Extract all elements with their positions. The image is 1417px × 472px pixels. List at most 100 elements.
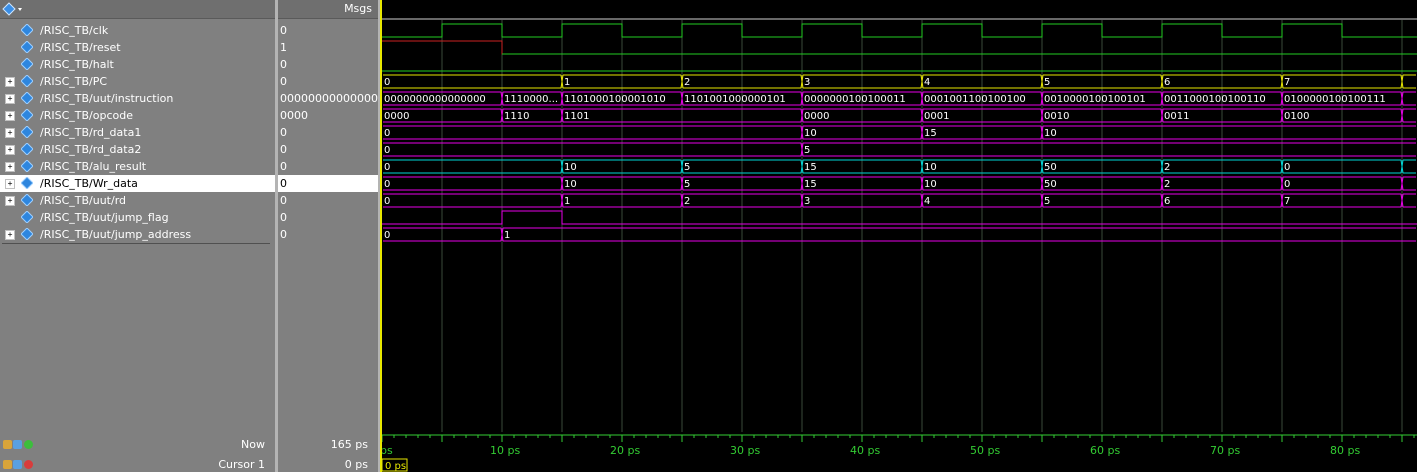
clk-wave <box>380 23 1417 38</box>
now-value: 165 ps <box>330 438 368 451</box>
ruler-label: 60 ps <box>1090 444 1120 457</box>
signal-row[interactable]: + /RISC_TB/opcode <box>0 107 275 124</box>
signal-value: 0 <box>280 75 287 88</box>
PC-bus-label: 2 <box>684 77 690 88</box>
signal-row[interactable]: + /RISC_TB/uut/rd <box>0 192 275 209</box>
opcode-bus-label: 0000 <box>804 111 829 122</box>
rd-bus-label: 7 <box>1284 196 1290 207</box>
signal-icon <box>20 74 34 88</box>
alu_result-bus-label: 15 <box>804 162 817 173</box>
signal-row[interactable]: /RISC_TB/uut/jump_flag <box>0 209 275 226</box>
signal-name: /RISC_TB/uut/instruction <box>40 92 174 105</box>
expand-icon[interactable]: + <box>5 179 15 189</box>
signal-row[interactable]: + /RISC_TB/Wr_data <box>0 175 275 192</box>
opcode-bus-label: 0010 <box>1044 111 1069 122</box>
signal-row[interactable]: + /RISC_TB/rd_data1 <box>0 124 275 141</box>
reset-wave <box>382 40 1417 55</box>
signal-row[interactable]: /RISC_TB/halt <box>0 56 275 73</box>
expand-icon[interactable]: + <box>5 230 15 240</box>
signal-value: 0 <box>278 175 380 192</box>
instruction-bus-label: 1101000100001010 <box>564 94 666 105</box>
expand-icon[interactable]: + <box>5 145 15 155</box>
timeline-area: Now Cursor 1 165 ps 0 ps ps 10 ps 20 ps 30 … <box>0 432 1417 472</box>
signal-row[interactable]: + /RISC_TB/alu_result <box>0 158 275 175</box>
instruction-bus-label: 0011000100100110 <box>1164 94 1266 105</box>
signal-icon <box>20 193 34 207</box>
signal-value: 0 <box>280 194 287 207</box>
rd-bus-label: 5 <box>1044 196 1050 207</box>
signal-value: 0 <box>280 58 287 71</box>
Wr_data-bus-label: 15 <box>804 179 817 190</box>
values-header: Msgs <box>278 0 378 19</box>
signal-name: /RISC_TB/halt <box>40 58 114 71</box>
rd-bus-label: 2 <box>684 196 690 207</box>
ruler-label: 20 ps <box>610 444 640 457</box>
signal-row[interactable]: + /RISC_TB/rd_data2 <box>0 141 275 158</box>
opcode-bus-label: 0000 <box>384 111 409 122</box>
bottom-values-panel: 165 ps 0 ps <box>278 432 378 472</box>
instruction-bus-label: 0100000100100111 <box>1284 94 1386 105</box>
instruction-bus-label: 0001001100100100 <box>924 94 1026 105</box>
signal-row[interactable]: + /RISC_TB/uut/instruction <box>0 90 275 107</box>
alu_result-bus-label: 50 <box>1044 162 1057 173</box>
PC-bus-label: 7 <box>1284 77 1290 88</box>
cursor-flag-label: 0 ps <box>385 461 406 472</box>
bottom-left-panel: Now Cursor 1 <box>0 432 275 472</box>
add-cursor-icon[interactable] <box>13 440 22 449</box>
signal-icon <box>20 57 34 71</box>
alu_result-bus-label: 2 <box>1164 162 1170 173</box>
signal-value: 0000000000000000 <box>280 92 380 105</box>
signal-value: 0 <box>280 143 287 156</box>
signal-row[interactable]: /RISC_TB/reset <box>0 39 275 56</box>
signal-icon <box>20 159 34 173</box>
signal-icon <box>20 108 34 122</box>
rd-bus-label: 0 <box>384 196 390 207</box>
rd_data1-bus-label: 15 <box>924 128 937 139</box>
expand-icon[interactable]: + <box>5 128 15 138</box>
rd_data1-bus-label: 10 <box>1044 128 1057 139</box>
signal-value: 0 <box>280 126 287 139</box>
signal-icon <box>20 142 34 156</box>
opcode-bus-label: 1110 <box>504 111 529 122</box>
signal-row[interactable]: + /RISC_TB/uut/jump_address <box>0 226 275 243</box>
values-pane: Msgs 0100000000000000000000000000000 <box>278 0 380 432</box>
names-header <box>0 0 275 19</box>
rd_data1-bus-label: 10 <box>804 128 817 139</box>
Wr_data-bus-label: 10 <box>564 179 577 190</box>
expand-icon[interactable]: + <box>5 196 15 206</box>
signal-icon <box>20 227 34 241</box>
lock-icon[interactable] <box>3 460 12 469</box>
Wr_data-bus-label: 10 <box>924 179 937 190</box>
waveform-pane[interactable]: 0 1 2 3 4 5 6 7 0000000000000000 1110000... 110100… <box>380 0 1417 432</box>
signal-name: /RISC_TB/opcode <box>40 109 133 122</box>
instruction-bus-label: 0000000100100011 <box>804 94 906 105</box>
remove-icon[interactable] <box>24 460 33 469</box>
add-icon[interactable] <box>24 440 33 449</box>
opcode-bus-label: 1101 <box>564 111 589 122</box>
cursor-value: 0 ps <box>344 458 368 471</box>
jump_address-bus-label: 1 <box>504 230 510 241</box>
expand-icon[interactable]: + <box>5 94 15 104</box>
pencil-icon[interactable] <box>13 460 22 469</box>
signal-row[interactable]: + /RISC_TB/PC <box>0 73 275 90</box>
PC-bus-label: 4 <box>924 77 930 88</box>
expand-icon[interactable]: + <box>5 162 15 172</box>
signal-value: 0000 <box>280 109 308 122</box>
signal-row[interactable]: /RISC_TB/clk <box>0 22 275 39</box>
lock-icon[interactable] <box>3 440 12 449</box>
ruler-label: 70 ps <box>1210 444 1240 457</box>
opcode-bus-label: 0100 <box>1284 111 1309 122</box>
wave-toolbar-icon[interactable] <box>2 2 22 16</box>
expand-icon[interactable]: + <box>5 77 15 87</box>
signal-icon <box>20 91 34 105</box>
time-ruler[interactable]: ps 10 ps 20 ps 30 ps 40 ps 50 ps 60 ps 70 ps 80 … <box>380 432 1417 472</box>
signal-name: /RISC_TB/rd_data1 <box>40 126 142 139</box>
signal-icon <box>20 125 34 139</box>
signal-value: 0 <box>280 24 287 37</box>
rd_data2-bus-label: 5 <box>804 145 810 156</box>
signal-icon <box>20 23 34 37</box>
jump_address-bus-label: 0 <box>384 230 390 241</box>
signal-name: /RISC_TB/reset <box>40 41 121 54</box>
ruler-label: 30 ps <box>730 444 760 457</box>
expand-icon[interactable]: + <box>5 111 15 121</box>
